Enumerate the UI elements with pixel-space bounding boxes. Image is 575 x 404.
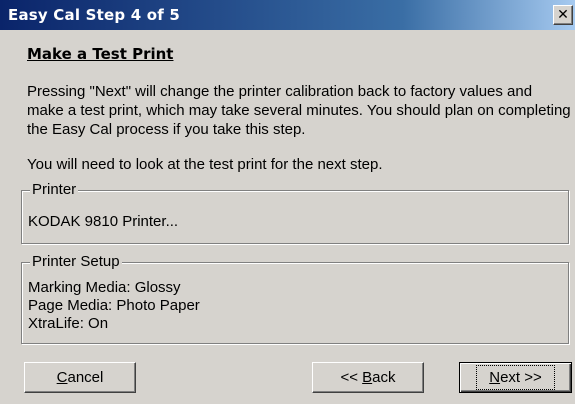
next-accelerator: N [489,369,501,386]
window-title: Easy Cal Step 4 of 5 [8,6,181,24]
instructions-paragraph: Pressing "Next" will change the printer … [27,83,571,138]
printer-name: KODAK 9810 Printer... [28,213,179,230]
next-button[interactable]: Next >> [459,362,572,393]
printer-group-label: Printer [30,181,79,199]
back-prefix: << [340,369,363,386]
easy-cal-dialog: Easy Cal Step 4 of 5 ✕ Make a Test Print… [0,0,575,404]
next-step-note: You will need to look at the test print … [27,156,383,173]
title-bar[interactable]: Easy Cal Step 4 of 5 ✕ [0,0,575,30]
next-label: ext >> [500,369,542,386]
page-media-value: Page Media: Photo Paper [28,297,200,314]
cancel-button[interactable]: Cancel [24,362,136,393]
printer-setup-groupbox: Printer Setup Marking Media: Glossy Page… [21,253,569,344]
back-label: ack [372,369,396,386]
back-button[interactable]: << Back [312,362,424,393]
cancel-accelerator: C [56,369,68,386]
cancel-label: ancel [67,369,104,386]
close-icon: ✕ [557,7,569,23]
close-button[interactable]: ✕ [553,5,573,25]
next-focus-rect: Next >> [476,365,555,390]
xtralife-value: XtraLife: On [28,315,109,332]
printer-groupbox: Printer KODAK 9810 Printer... [21,181,569,244]
marking-media-value: Marking Media: Glossy [28,279,181,296]
page-heading: Make a Test Print [27,45,174,63]
back-accelerator: B [362,369,373,386]
printer-setup-group-label: Printer Setup [30,253,122,271]
